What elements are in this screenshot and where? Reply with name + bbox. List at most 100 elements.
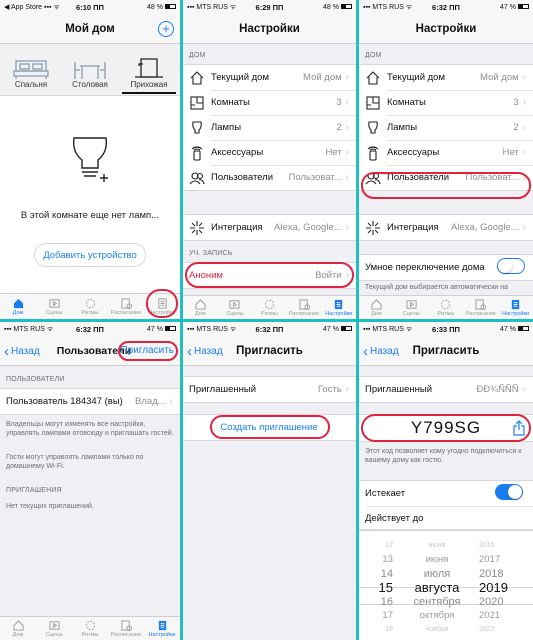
row-user[interactable]: Пользователь 184347 (вы) Влад... › (0, 389, 180, 414)
picker-day-option[interactable]: 13 (367, 553, 393, 567)
tab-settings[interactable]: Настройки (498, 296, 533, 319)
row-lamps[interactable]: Лампы 2 › (183, 115, 356, 140)
date-picker[interactable]: 12 13 14 15 16 17 18 июня июня июля августа сентяб… (359, 530, 533, 640)
share-icon[interactable] (513, 420, 525, 436)
picker-day-option[interactable]: 17 (367, 609, 393, 623)
picker-month-option[interactable]: июня (399, 553, 475, 567)
row-accessories[interactable]: Аксессуары Нет › (359, 140, 533, 165)
smart-switch-toggle[interactable] (497, 258, 525, 274)
guests-note: Гости могут управлять лампами только по … (6, 454, 144, 471)
picker-month-option[interactable]: июня (399, 539, 475, 553)
remote-icon (191, 145, 203, 161)
row-integration[interactable]: Интеграция Alexa, Google... › (359, 215, 533, 240)
picker-year-option[interactable]: 2020 (479, 595, 523, 609)
expires-toggle[interactable] (495, 484, 523, 500)
row-anonymous-login[interactable]: Аноним Войти › (183, 263, 356, 288)
panel-settings: ▪▪▪ MTS RUS ᯤ 6:29 ПП 48 % Настройки ДОМ… (183, 0, 356, 319)
picker-month-column[interactable]: июня июня июля августа сентября октября ноября (399, 539, 475, 637)
picker-month-option[interactable]: октября (399, 609, 475, 623)
tab-schedule[interactable]: Расписание (287, 296, 322, 319)
add-icon[interactable]: + (158, 21, 174, 37)
tab-schedule[interactable]: Расписание (108, 617, 144, 640)
create-invite-button[interactable]: Создать приглашение (183, 415, 356, 440)
picker-year-option[interactable]: 2019 (479, 581, 523, 595)
row-lamps[interactable]: Лампы 2 › (359, 115, 533, 140)
back-button[interactable]: ‹ Назад (363, 336, 399, 366)
invite-button[interactable]: Пригласить (120, 345, 174, 356)
integration-list: Интеграция Alexa, Google... › (183, 214, 356, 241)
picker-month-option[interactable]: сентября (399, 595, 475, 609)
door-lamp-icon (135, 58, 163, 78)
account-list: Аноним Войти › (183, 262, 356, 289)
tab-scenes[interactable]: Сцены (36, 617, 72, 640)
row-current-home[interactable]: Текущий дом Мой дом › (359, 65, 533, 90)
room-tab-dining[interactable]: Столовая (61, 46, 119, 92)
invite-code-box: Y799SG (359, 414, 533, 442)
tab-settings[interactable]: Настройки (144, 617, 180, 640)
chevron-left-icon: ‹ (187, 342, 192, 360)
picker-day-option[interactable]: 15 (367, 581, 393, 595)
row-rooms[interactable]: Комнаты 3 › (359, 90, 533, 115)
picker-year-option[interactable]: 2022 (479, 623, 523, 637)
page-title: Настройки (415, 22, 477, 35)
invite-code[interactable]: Y799SG (359, 418, 533, 438)
tab-home[interactable]: Дом (0, 617, 36, 640)
nav-bar: Мой дом + (0, 14, 180, 44)
picker-year-column[interactable]: 2016 2017 2018 2019 2020 2021 2022 (479, 539, 523, 637)
row-rooms[interactable]: Комнаты 3 › (183, 90, 356, 115)
add-device-button[interactable]: Добавить устройство (34, 243, 146, 267)
row-users[interactable]: Пользователи Пользоват... › (359, 165, 533, 190)
tab-schedule[interactable]: Расписание (108, 294, 144, 319)
home-settings-list: Текущий дом Мой дом › Комнаты 3 › Лампы 2 › Ак… (359, 64, 533, 191)
picker-day-option[interactable]: 18 (367, 623, 393, 637)
picker-year-option[interactable]: 2018 (479, 567, 523, 581)
invite-role-list: Приглашенный ÐÐ¾ÑÑÑ › (359, 376, 533, 403)
room-tab-indicator (122, 92, 176, 94)
nav-bar: Настройки (183, 14, 356, 44)
create-invite-list: Создать приглашение (183, 414, 356, 441)
row-users[interactable]: Пользователи Пользоват... › (183, 165, 356, 190)
picker-year-option[interactable]: 2017 (479, 553, 523, 567)
row-current-home[interactable]: Текущий дом Мой дом › (183, 65, 356, 90)
nav-bar: ‹ Назад Пригласить (183, 336, 356, 366)
status-bar: ▪▪▪ MTS RUS ᯤ 6:29 ПП 48 % (183, 0, 356, 14)
home-icon (13, 298, 23, 308)
tab-home[interactable]: Дом (183, 296, 218, 319)
tab-scenes[interactable]: Сцены (36, 294, 72, 319)
picker-day-option[interactable]: 12 (367, 539, 393, 553)
room-tab-bedroom[interactable]: Спальня (2, 46, 60, 92)
back-button[interactable]: ‹ Назад (187, 336, 223, 366)
row-invited-role[interactable]: Приглашенный ÐÐ¾ÑÑÑ › (359, 377, 533, 402)
picker-day-column[interactable]: 12 13 14 15 16 17 18 (367, 539, 393, 637)
tab-bar: Дом Сцены Ритмы Расписание Настройки (0, 616, 180, 640)
tab-rhythms[interactable]: Ритмы (72, 617, 108, 640)
tab-scenes[interactable]: Сцены (218, 296, 253, 319)
house-icon (190, 70, 204, 85)
back-button[interactable]: ‹ Назад (4, 336, 40, 366)
row-integration[interactable]: Интеграция Alexa, Google... › (183, 215, 356, 240)
tab-home[interactable]: Дом (359, 296, 394, 319)
remote-icon (367, 145, 379, 161)
picker-year-option[interactable]: 2021 (479, 609, 523, 623)
picker-month-option[interactable]: июля (399, 567, 475, 581)
tab-settings[interactable]: Настройки (321, 296, 356, 319)
picker-month-option[interactable]: августа (399, 581, 475, 595)
room-tab-hallway[interactable]: Прихожая (120, 46, 178, 92)
row-accessories[interactable]: Аксессуары Нет › (183, 140, 356, 165)
row-invited-role[interactable]: Приглашенный Гость › (183, 377, 356, 402)
tab-rhythms[interactable]: Ритмы (72, 294, 108, 319)
picker-year-option[interactable]: 2016 (479, 539, 523, 553)
users-list: Пользователь 184347 (вы) Влад... › (0, 388, 180, 415)
tab-settings[interactable]: Настройки (144, 294, 180, 319)
tab-scenes[interactable]: Сцены (394, 296, 429, 319)
chevron-left-icon: ‹ (4, 342, 9, 360)
tab-rhythms[interactable]: Ритмы (429, 296, 464, 319)
row-valid-until: Действует до (359, 506, 533, 531)
tab-rhythms[interactable]: Ритмы (252, 296, 287, 319)
tab-schedule[interactable]: Расписание (463, 296, 498, 319)
picker-day-option[interactable]: 14 (367, 567, 393, 581)
tab-home[interactable]: Дом (0, 294, 36, 319)
picker-day-option[interactable]: 16 (367, 595, 393, 609)
status-bar: ▪▪▪ MTS RUS ᯤ 6:33 ПП 47 % (359, 322, 533, 336)
picker-month-option[interactable]: ноября (399, 623, 475, 637)
